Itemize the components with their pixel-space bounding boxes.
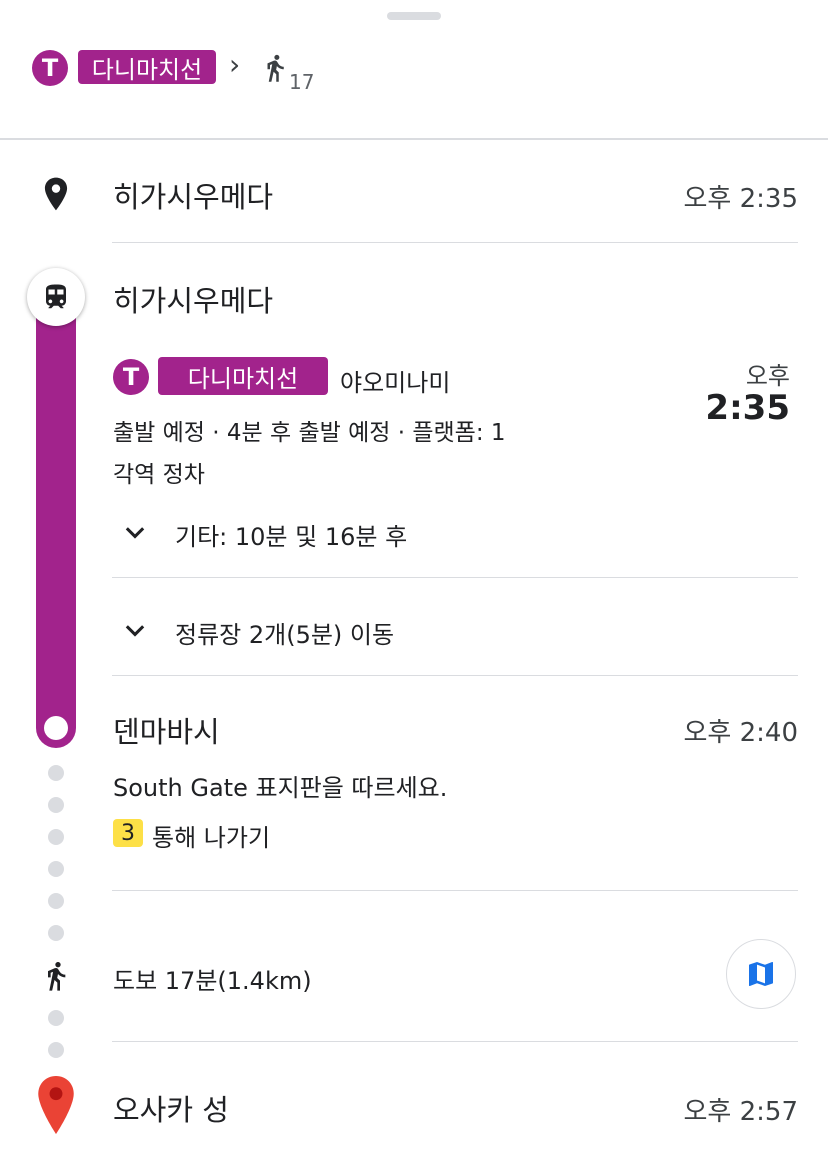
route-summary: T 다니마치선 › 17 <box>0 0 828 140</box>
chevron-down-icon <box>125 625 145 637</box>
destination-name: 오사카 성 <box>113 1093 229 1127</box>
origin-name: 히가시우메다 <box>113 180 274 214</box>
other-departures-toggle[interactable]: 기타: 10분 및 16분 후 <box>112 505 798 561</box>
arrival-stop-marker <box>44 716 68 740</box>
service-type: 각역 정차 <box>113 462 205 488</box>
departure-station: 히가시우메다 <box>113 284 274 318</box>
stops-count-label: 정류장 2개(5분) 이동 <box>175 621 395 649</box>
other-departures-label: 기타: 10분 및 16분 후 <box>175 523 408 551</box>
walk-path-dot <box>48 925 64 941</box>
divider <box>112 577 798 578</box>
exit-label: 통해 나가기 <box>152 824 271 852</box>
divider <box>112 675 798 676</box>
walk-path-dot <box>48 893 64 909</box>
walk-path-dot <box>48 861 64 877</box>
map-button[interactable] <box>726 939 796 1009</box>
walk-minutes: 17 <box>289 70 315 94</box>
divider <box>112 890 798 891</box>
departure-status: 출발 예정 · 4분 후 출발 예정 · 플랫폼: 1 <box>113 420 506 446</box>
walk-duration: 도보 17분(1.4km) <box>113 967 312 995</box>
line-name-chip: 다니마치선 <box>78 50 216 84</box>
exit-instruction: South Gate 표지판을 따르세요. <box>113 774 448 802</box>
train-icon <box>46 284 66 309</box>
direction-label: 야오미나미 <box>340 369 451 397</box>
line-name-chip: 다니마치선 <box>158 357 328 395</box>
stops-toggle[interactable]: 정류장 2개(5분) 이동 <box>112 603 798 659</box>
arrival-station: 덴마바시 <box>113 715 220 749</box>
transit-line-bar <box>36 300 76 748</box>
divider <box>112 1041 798 1042</box>
departure-time: 2:35 <box>705 388 790 428</box>
walk-path-dot <box>48 765 64 781</box>
walk-path-dot <box>48 797 64 813</box>
destination-pin-icon <box>38 1076 74 1134</box>
subway-line-badge: T <box>32 50 68 86</box>
chevron-down-icon <box>125 527 145 539</box>
chevron-right-icon: › <box>229 48 241 81</box>
walk-path-dot <box>48 1042 64 1058</box>
walk-path-dot <box>48 829 64 845</box>
train-stop-marker <box>27 268 85 326</box>
walk-path-dot <box>48 1010 64 1026</box>
destination-time: 오후 2:57 <box>683 1097 799 1127</box>
exit-number-badge: 3 <box>113 819 143 847</box>
departure-ampm: 오후 <box>745 362 790 390</box>
walk-icon <box>267 54 284 82</box>
location-pin-icon <box>44 177 68 211</box>
divider <box>112 242 798 243</box>
subway-line-badge: T <box>113 359 149 395</box>
map-icon <box>749 962 773 986</box>
origin-time: 오후 2:35 <box>683 184 799 214</box>
arrival-time: 오후 2:40 <box>683 718 799 748</box>
walk-icon <box>48 962 66 991</box>
